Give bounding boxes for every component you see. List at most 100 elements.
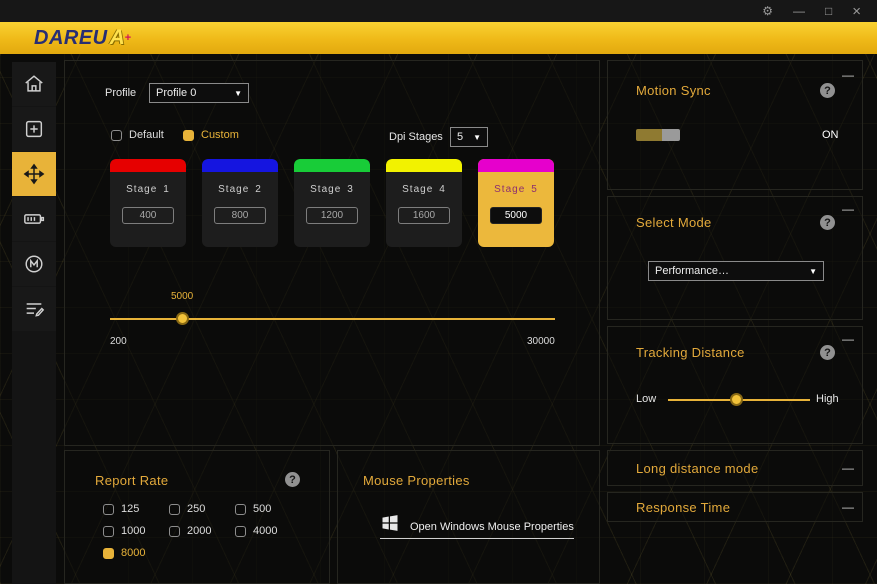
stage-color-bar xyxy=(202,159,278,172)
chevron-down-icon: ▼ xyxy=(809,267,817,276)
response-time-title: Response Time xyxy=(636,500,730,515)
mouse-properties-title: Mouse Properties xyxy=(363,473,470,488)
custom-label: Custom xyxy=(201,129,239,141)
stage-dpi-value[interactable]: 400 xyxy=(122,207,174,224)
stage-dpi-value[interactable]: 1600 xyxy=(398,207,450,224)
stage-color-bar xyxy=(110,159,186,172)
stage-dpi-value[interactable]: 1200 xyxy=(306,207,358,224)
tracking-distance-help-icon[interactable]: ? xyxy=(820,345,835,360)
dpi-stages-value: 5 xyxy=(457,131,463,143)
motion-sync-help-icon[interactable]: ? xyxy=(820,83,835,98)
checkbox[interactable] xyxy=(103,548,114,559)
dpi-slider-thumb[interactable] xyxy=(176,312,189,325)
dpi-panel: Profile Profile 0 ▼ Default Custom Dpi S… xyxy=(64,60,600,446)
report-rate-option-4000[interactable]: 4000 xyxy=(235,525,277,537)
minimize-icon[interactable]: — xyxy=(793,5,805,17)
brand-logo-plus: + xyxy=(125,32,131,44)
tracking-distance-title: Tracking Distance xyxy=(636,345,745,360)
report-rate-label: 8000 xyxy=(121,547,145,559)
checkbox[interactable] xyxy=(103,526,114,537)
tracking-slider-thumb[interactable] xyxy=(730,393,743,406)
response-time-panel: Response Time — xyxy=(607,492,863,522)
stage-color-bar xyxy=(478,159,554,172)
stage-label: Stage1 xyxy=(110,184,186,195)
checkbox[interactable] xyxy=(103,504,114,515)
toggle-on-segment xyxy=(636,129,662,141)
dpi-stage-card-2[interactable]: Stage2 800 xyxy=(202,159,278,247)
checkbox[interactable] xyxy=(169,526,180,537)
custom-checkbox[interactable] xyxy=(183,130,194,141)
stage-color-bar xyxy=(294,159,370,172)
report-rate-option-1000[interactable]: 1000 xyxy=(103,525,145,537)
dpi-stages-select[interactable]: 5 ▼ xyxy=(450,127,488,147)
profile-label: Profile xyxy=(105,87,136,99)
motion-sync-title: Motion Sync xyxy=(636,83,711,98)
collapse-icon[interactable]: — xyxy=(842,333,854,345)
report-rate-help-icon[interactable]: ? xyxy=(285,472,300,487)
report-rate-label: 4000 xyxy=(253,525,277,537)
default-checkbox[interactable] xyxy=(111,130,122,141)
titlebar: ⚙ — □ × xyxy=(0,0,877,22)
open-windows-mouse-properties-link[interactable]: Open Windows Mouse Properties xyxy=(380,513,574,539)
profile-select[interactable]: Profile 0 ▼ xyxy=(149,83,249,103)
sidebar-item-battery[interactable] xyxy=(12,197,56,241)
checkbox[interactable] xyxy=(235,526,246,537)
settings-gear-icon[interactable]: ⚙ xyxy=(762,5,773,17)
stage-label: Stage2 xyxy=(202,184,278,195)
brand-logo-mark: A xyxy=(110,26,125,50)
checkbox[interactable] xyxy=(169,504,180,515)
dpi-stage-card-5[interactable]: Stage5 5000 xyxy=(478,159,554,247)
checkbox[interactable] xyxy=(235,504,246,515)
report-rate-option-125[interactable]: 125 xyxy=(103,503,139,515)
stage-dpi-value[interactable]: 5000 xyxy=(490,207,542,224)
report-rate-option-500[interactable]: 500 xyxy=(235,503,271,515)
collapse-icon[interactable]: — xyxy=(842,203,854,215)
sidebar-item-dpi-settings[interactable] xyxy=(12,152,56,196)
mode-select[interactable]: Performance… ▼ xyxy=(648,261,824,281)
sidebar-item-macro[interactable] xyxy=(12,287,56,331)
default-option[interactable]: Default xyxy=(111,129,164,141)
select-mode-panel: Select Mode ? — Performance… ▼ xyxy=(607,196,863,320)
tracking-high-label: High xyxy=(816,393,839,405)
select-mode-help-icon[interactable]: ? xyxy=(820,215,835,230)
motion-sync-toggle[interactable] xyxy=(636,129,680,141)
report-rate-panel: Report Rate ? 125 250 500 1000 2000 4000 xyxy=(64,450,330,584)
custom-option[interactable]: Custom xyxy=(183,129,239,141)
report-rate-label: 1000 xyxy=(121,525,145,537)
dpi-move-icon xyxy=(23,163,45,185)
tracking-distance-panel: Tracking Distance ? — Low High xyxy=(607,326,863,444)
report-rate-title: Report Rate xyxy=(95,473,168,488)
sidebar-item-home[interactable] xyxy=(12,62,56,106)
stage-label: Stage5 xyxy=(478,184,554,195)
collapse-icon[interactable]: — xyxy=(842,501,854,513)
stage-label: Stage4 xyxy=(386,184,462,195)
sidebar-item-add-device[interactable] xyxy=(12,107,56,151)
close-icon[interactable]: × xyxy=(852,4,861,19)
stage-color-bar xyxy=(386,159,462,172)
link-label: Open Windows Mouse Properties xyxy=(410,521,574,533)
battery-icon xyxy=(22,208,46,230)
mode-m-icon xyxy=(23,253,45,275)
report-rate-option-250[interactable]: 250 xyxy=(169,503,205,515)
collapse-icon[interactable]: — xyxy=(842,462,854,474)
long-distance-mode-panel: Long distance mode — xyxy=(607,450,863,486)
report-rate-option-2000[interactable]: 2000 xyxy=(169,525,211,537)
dpi-stage-card-4[interactable]: Stage4 1600 xyxy=(386,159,462,247)
dpi-stages-label: Dpi Stages xyxy=(389,131,443,143)
dpi-stage-card-3[interactable]: Stage3 1200 xyxy=(294,159,370,247)
dpi-slider-current-value: 5000 xyxy=(171,291,193,302)
maximize-icon[interactable]: □ xyxy=(825,5,832,17)
brand-logo: DAREU xyxy=(34,27,108,50)
report-rate-option-8000[interactable]: 8000 xyxy=(103,547,145,559)
collapse-icon[interactable]: — xyxy=(842,69,854,81)
motion-sync-state: ON xyxy=(822,129,839,141)
sidebar-item-mode[interactable] xyxy=(12,242,56,286)
dpi-slider-max: 30000 xyxy=(527,336,555,347)
dpi-slider-min: 200 xyxy=(110,336,127,347)
chevron-down-icon: ▼ xyxy=(234,89,242,98)
stage-dpi-value[interactable]: 800 xyxy=(214,207,266,224)
report-rate-label: 2000 xyxy=(187,525,211,537)
report-rate-label: 250 xyxy=(187,503,205,515)
dpi-stage-card-1[interactable]: Stage1 400 xyxy=(110,159,186,247)
report-rate-label: 125 xyxy=(121,503,139,515)
